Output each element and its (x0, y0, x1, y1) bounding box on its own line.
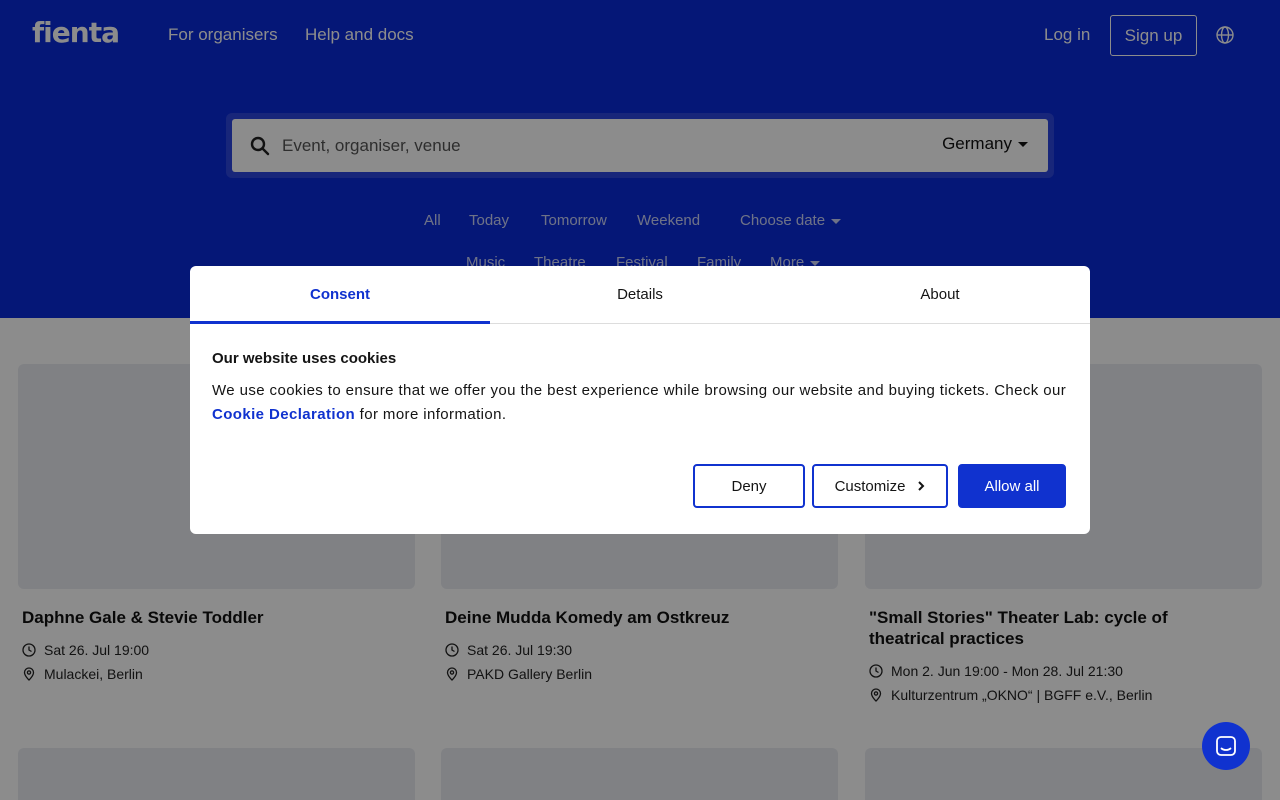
consent-body: Our website uses cookies We use cookies … (190, 324, 1090, 427)
consent-text: We use cookies to ensure that we offer y… (212, 379, 1068, 427)
consent-heading: Our website uses cookies (212, 350, 397, 367)
allow-all-button[interactable]: Allow all (958, 464, 1066, 508)
consent-tabs: Consent Details About (190, 266, 1090, 324)
chevron-right-icon (918, 481, 925, 491)
chat-launcher-button[interactable] (1202, 722, 1250, 770)
customize-label: Customize (834, 477, 906, 495)
chat-icon (1216, 736, 1236, 756)
deny-button[interactable]: Deny (693, 464, 805, 508)
cookie-consent-dialog: Consent Details About Our website uses c… (190, 266, 1090, 534)
tab-about[interactable]: About (790, 266, 1090, 323)
cookie-declaration-link[interactable]: Cookie Declaration (212, 406, 355, 423)
customize-button[interactable]: Customize (812, 464, 948, 508)
tab-details[interactable]: Details (490, 266, 790, 323)
consent-text-start: We use cookies to ensure that we offer y… (212, 382, 1067, 399)
consent-text-end: for more information. (355, 406, 507, 423)
tab-consent[interactable]: Consent (190, 266, 490, 324)
